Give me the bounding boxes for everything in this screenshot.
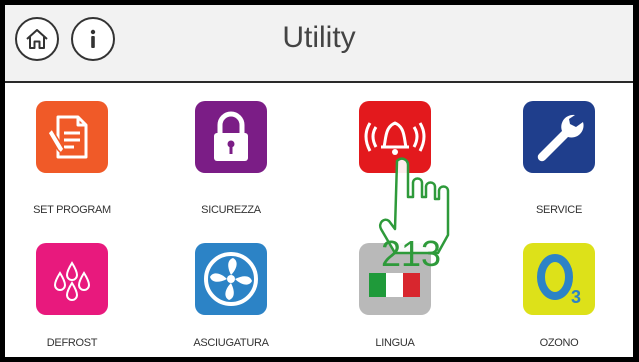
ozono-label: OZONO: [539, 337, 579, 349]
service-label: SERVICE: [536, 204, 582, 216]
defrost-label: DEFROST: [46, 337, 98, 349]
water-drops-icon: [53, 261, 91, 301]
svg-text:3: 3: [571, 287, 581, 307]
lingua-label: LINGUA: [375, 337, 415, 349]
document-pencil-icon: [47, 115, 88, 159]
ozono-tile[interactable]: 3: [523, 243, 595, 315]
service-tile[interactable]: [523, 101, 595, 173]
asciugatura-label: ASCIUGATURA: [193, 337, 269, 349]
sicurezza-tile[interactable]: [195, 101, 267, 173]
ozone-o3-icon: 3: [537, 254, 581, 307]
asciugatura-tile[interactable]: [195, 243, 267, 315]
page-title: Utility: [282, 21, 356, 54]
sicurezza-label: SICUREZZA: [201, 204, 261, 216]
header-bar: Utility: [5, 5, 633, 81]
padlock-icon: [214, 111, 248, 161]
set-program-tile[interactable]: [36, 101, 108, 173]
utility-screen: Utility SET PROGRAM SICUREZZA SERVICE DE…: [5, 5, 633, 357]
step-number: 213: [381, 233, 442, 274]
wrench-icon: [537, 114, 584, 162]
header-divider: [5, 81, 633, 83]
fan-icon: [204, 252, 258, 306]
set-program-label: SET PROGRAM: [33, 204, 111, 216]
defrost-tile[interactable]: [36, 243, 108, 315]
